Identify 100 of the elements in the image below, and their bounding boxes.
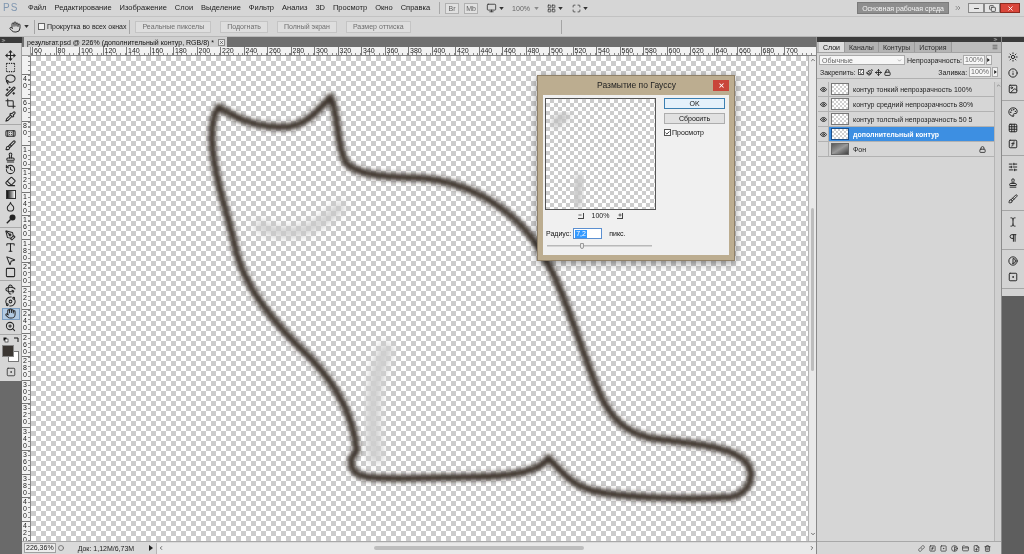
swatches-panel-button[interactable] (1006, 106, 1020, 118)
lock-pixels-button[interactable] (866, 68, 874, 76)
rotate-3d-icon (5, 283, 16, 295)
clone-panel-button[interactable] (1006, 177, 1020, 189)
dialog-close-button[interactable] (713, 80, 729, 91)
crop-icon (5, 98, 16, 110)
mask-options-button[interactable] (1006, 271, 1020, 283)
opacity-arrow-button[interactable] (985, 55, 992, 65)
layer-style-button[interactable] (929, 544, 936, 552)
lasso-icon (5, 73, 16, 85)
caret-icon (534, 6, 539, 10)
minimize-button[interactable] (968, 3, 984, 13)
visibility-toggle[interactable] (818, 97, 829, 111)
restore-button[interactable] (984, 3, 1000, 13)
move-icon (875, 68, 883, 76)
hand-icon (5, 308, 16, 320)
close-icon (717, 82, 725, 89)
panel-menu-icon (992, 44, 998, 50)
tab-close-button[interactable] (218, 38, 226, 46)
pipette-icon (5, 110, 16, 122)
lock-icon (884, 68, 892, 76)
caret-icon (24, 25, 29, 28)
caret-icon (583, 6, 588, 10)
effects-panel-button[interactable] (1006, 138, 1020, 150)
palette-icon (1008, 107, 1018, 117)
screen-icon (486, 3, 498, 13)
brush-icon (1008, 194, 1018, 204)
navigator-panel-button[interactable] (1006, 83, 1020, 95)
eye-icon (819, 115, 827, 123)
brushes-panel-button[interactable] (1006, 193, 1020, 205)
folder-icon (962, 544, 969, 552)
zoom-in-button[interactable] (617, 212, 624, 219)
link-layers-button[interactable] (918, 544, 925, 552)
preview-pane[interactable] (545, 98, 656, 210)
visibility-toggle[interactable] (818, 127, 829, 141)
lock-all-button[interactable] (884, 68, 892, 76)
new-group-button[interactable] (962, 544, 969, 552)
presets-panel-button[interactable] (1006, 161, 1020, 173)
lollipop-icon (5, 213, 16, 224)
blurred-stroke-drawing (572, 174, 586, 208)
stamp-icon (1008, 178, 1018, 188)
layer-mask-button[interactable] (940, 544, 947, 552)
new-page-icon (973, 544, 980, 552)
adjustments-panel-button[interactable] (1006, 51, 1020, 63)
orbit-icon (5, 296, 16, 308)
adjustment-layer-button[interactable] (951, 544, 958, 552)
close-icon (219, 39, 225, 45)
half-circle-icon (951, 544, 958, 552)
paragraph-panel-button[interactable] (1006, 232, 1020, 244)
visibility-toggle[interactable] (818, 112, 829, 126)
pointer-icon (5, 254, 16, 266)
play-icon (149, 545, 154, 551)
horizontal-scrollbar[interactable] (156, 542, 816, 554)
chevron-down-icon (897, 57, 902, 63)
screen-mode-button[interactable] (572, 3, 588, 13)
move-icon (5, 49, 16, 61)
grid-icon (547, 3, 556, 13)
tool-button[interactable] (1, 307, 20, 320)
new-layer-button[interactable] (973, 544, 980, 552)
masks-panel-button[interactable] (1006, 255, 1020, 267)
lock-position-button[interactable] (875, 68, 883, 76)
visibility-toggle[interactable] (818, 82, 829, 96)
zoom-out-button[interactable] (577, 212, 584, 219)
lock-transparency-button[interactable] (857, 68, 865, 76)
eye-icon (819, 85, 827, 93)
checkerboard-icon (857, 69, 864, 75)
view-extras-button[interactable] (486, 3, 505, 13)
app-logo: PS (3, 3, 20, 13)
brush-icon (5, 139, 16, 151)
function-square-icon (1008, 139, 1018, 149)
arrange-button[interactable] (547, 3, 563, 13)
slider-thumb[interactable] (579, 243, 584, 249)
double-chevron-icon (954, 4, 962, 12)
restore-icon (988, 4, 996, 12)
scroll-up-icon (809, 57, 816, 63)
scroll-left-icon (158, 545, 165, 551)
paragraph-icon (1008, 233, 1018, 243)
scrollbar-thumb[interactable] (811, 208, 814, 371)
frame-icon (572, 3, 581, 13)
gradient-icon (5, 189, 16, 199)
picture-icon (1008, 84, 1018, 94)
photo-thumbnail (831, 143, 849, 155)
info-panel-button[interactable] (1006, 67, 1020, 79)
styles-panel-button[interactable] (1006, 122, 1020, 134)
eraser-icon (5, 176, 16, 188)
close-button[interactable] (1000, 3, 1020, 13)
scroll-right-icon (809, 545, 815, 551)
canvas[interactable] (31, 56, 808, 541)
scrollbar-thumb[interactable] (374, 546, 584, 550)
grid-icon (1008, 123, 1018, 133)
brush-icon (866, 68, 874, 76)
layers-scrollbar[interactable] (994, 82, 1001, 541)
fill-arrow-button[interactable] (992, 67, 998, 77)
delete-layer-button[interactable] (984, 544, 991, 552)
history-icon (5, 164, 16, 176)
trash-icon (984, 544, 991, 552)
tool-preset-button[interactable] (9, 20, 29, 33)
plus-icon (617, 213, 622, 217)
status-menu-button[interactable] (148, 543, 155, 553)
circle-icon (57, 545, 64, 551)
